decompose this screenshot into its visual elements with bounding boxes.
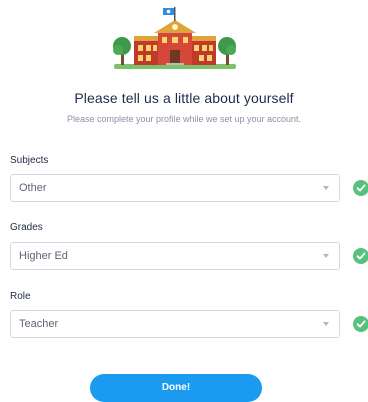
subjects-value: Other — [19, 182, 47, 194]
subjects-label: Subjects — [10, 155, 49, 166]
chevron-down-icon — [323, 254, 329, 258]
grades-value: Higher Ed — [19, 250, 68, 262]
check-icon — [353, 316, 368, 332]
role-label: Role — [10, 291, 31, 302]
page-subtitle: Please complete your profile while we se… — [66, 114, 302, 124]
chevron-down-icon — [323, 322, 329, 326]
grades-label: Grades — [10, 222, 43, 233]
school-building-icon — [113, 7, 236, 69]
grades-select[interactable]: Higher Ed — [10, 242, 340, 270]
done-button[interactable]: Done! — [90, 374, 262, 402]
check-icon — [353, 180, 368, 196]
role-value: Teacher — [19, 318, 59, 330]
chevron-down-icon — [323, 186, 329, 190]
check-icon — [353, 248, 368, 264]
role-select[interactable]: Teacher — [10, 310, 340, 338]
subjects-select[interactable]: Other — [10, 174, 340, 202]
page-title: Please tell us a little about yourself — [74, 90, 294, 106]
